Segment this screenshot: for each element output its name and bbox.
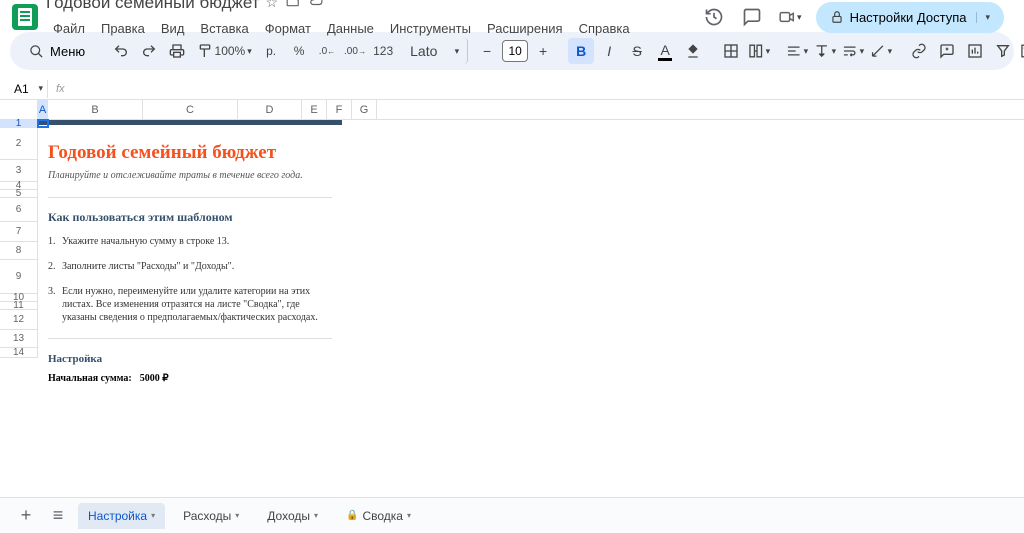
link-button[interactable]	[906, 38, 932, 64]
sheet-tab-setup[interactable]: Настройка▾	[78, 503, 165, 529]
comment-button[interactable]	[934, 38, 960, 64]
rotate-button[interactable]: ▾	[868, 38, 894, 64]
menu-insert[interactable]: Вставка	[193, 17, 255, 40]
add-sheet-button[interactable]: +	[14, 504, 38, 528]
all-sheets-button[interactable]: ≡	[46, 504, 70, 528]
col-header-B[interactable]: B	[48, 100, 143, 119]
increase-font-button[interactable]: +	[530, 38, 556, 64]
menu-view[interactable]: Вид	[154, 17, 192, 40]
row-header-6[interactable]: 6	[0, 198, 38, 222]
row-header-8[interactable]: 8	[0, 242, 38, 260]
sheet-tab-summary[interactable]: 🔒Сводка▾	[336, 503, 421, 529]
share-label: Настройки Доступа	[850, 10, 967, 25]
settings-heading: Настройка	[48, 347, 332, 369]
share-button[interactable]: Настройки Доступа ▾	[816, 2, 1004, 33]
start-value: 5000 ₽	[140, 373, 169, 384]
decrease-decimal-button[interactable]: .0←	[314, 38, 340, 64]
fx-icon: fx	[48, 83, 73, 95]
font-select[interactable]: Lato▾	[408, 38, 468, 64]
start-label: Начальная сумма:	[48, 373, 132, 384]
menu-tools[interactable]: Инструменты	[383, 17, 478, 40]
chart-button[interactable]	[962, 38, 988, 64]
halign-button[interactable]: ▾	[784, 38, 810, 64]
row-header-11[interactable]: 11	[0, 302, 38, 310]
row-header-9[interactable]: 9	[0, 260, 38, 294]
col-header-E[interactable]: E	[302, 100, 327, 119]
decrease-font-button[interactable]: −	[474, 38, 500, 64]
row-header-3[interactable]: 3	[0, 160, 38, 182]
currency-button[interactable]: р.	[258, 38, 284, 64]
filter-button[interactable]	[990, 38, 1016, 64]
merge-button[interactable]: ▾	[746, 38, 772, 64]
history-icon[interactable]	[702, 5, 726, 29]
header-band	[38, 120, 342, 125]
cloud-icon[interactable]	[308, 0, 324, 11]
lock-icon: 🔒	[346, 510, 358, 521]
row-header-13[interactable]: 13	[0, 330, 38, 348]
name-box[interactable]: A1▾	[10, 80, 48, 98]
col-header-A[interactable]: A	[38, 100, 48, 119]
sheet-tab-expenses[interactable]: Расходы▾	[173, 503, 249, 529]
step-1: Укажите начальную сумму в строке 13.	[62, 235, 229, 248]
number-format-button[interactable]: 123	[370, 38, 396, 64]
zoom-select[interactable]: 100% ▾	[220, 38, 246, 64]
menu-extensions[interactable]: Расширения	[480, 17, 570, 40]
wrap-button[interactable]: ▾	[840, 38, 866, 64]
increase-decimal-button[interactable]: .00→	[342, 38, 368, 64]
step-3: Если нужно, переименуйте или удалите кат…	[62, 285, 332, 324]
row-header-5[interactable]: 5	[0, 190, 38, 198]
sheet-content[interactable]: Годовой семейный бюджет Планируйте и отс…	[38, 128, 342, 402]
search-menu-button[interactable]: Меню	[18, 39, 96, 64]
col-header-G[interactable]: G	[352, 100, 377, 119]
comments-icon[interactable]	[740, 5, 764, 29]
filter-views-button[interactable]: ▾	[1018, 38, 1024, 64]
lock-icon	[830, 10, 844, 24]
menu-help[interactable]: Справка	[572, 17, 637, 40]
col-header-D[interactable]: D	[238, 100, 302, 119]
valign-button[interactable]: ▾	[812, 38, 838, 64]
content-subtitle: Планируйте и отслеживайте траты в течени…	[48, 170, 332, 189]
doc-title[interactable]: Годовой семейный бюджет	[46, 0, 260, 13]
sheets-logo[interactable]	[12, 4, 38, 30]
borders-button[interactable]	[718, 38, 744, 64]
star-icon[interactable]: ☆	[266, 0, 279, 11]
undo-button[interactable]	[108, 38, 134, 64]
move-icon[interactable]	[286, 0, 300, 11]
bold-button[interactable]: B	[568, 38, 594, 64]
select-all-corner[interactable]	[0, 100, 38, 119]
howto-heading: Как пользоваться этим шаблоном	[48, 206, 332, 229]
meet-icon[interactable]: ▾	[778, 5, 802, 29]
step-2: Заполните листы "Расходы" и "Доходы".	[62, 260, 234, 273]
row-header-12[interactable]: 12	[0, 310, 38, 330]
row-header-2[interactable]: 2	[0, 128, 38, 160]
print-button[interactable]	[164, 38, 190, 64]
percent-button[interactable]: %	[286, 38, 312, 64]
font-size-input[interactable]	[502, 40, 528, 62]
redo-button[interactable]	[136, 38, 162, 64]
col-header-F[interactable]: F	[327, 100, 352, 119]
menu-edit[interactable]: Правка	[94, 17, 152, 40]
chevron-down-icon: ▾	[976, 12, 990, 23]
italic-button[interactable]: I	[596, 38, 622, 64]
menu-file[interactable]: Файл	[46, 17, 92, 40]
row-header-1[interactable]: 1	[0, 120, 38, 128]
sheet-tab-income[interactable]: Доходы▾	[257, 503, 328, 529]
text-color-button[interactable]: A	[652, 38, 678, 64]
row-header-7[interactable]: 7	[0, 222, 38, 242]
content-title: Годовой семейный бюджет	[48, 138, 332, 170]
menu-data[interactable]: Данные	[320, 17, 381, 40]
menu-format[interactable]: Формат	[258, 17, 318, 40]
sheets-bar: + ≡ Настройка▾ Расходы▾ Доходы▾ 🔒Сводка▾	[0, 497, 1024, 533]
strike-button[interactable]: S	[624, 38, 650, 64]
col-header-C[interactable]: C	[143, 100, 238, 119]
fill-color-button[interactable]	[680, 38, 706, 64]
row-header-14[interactable]: 14	[0, 348, 38, 358]
